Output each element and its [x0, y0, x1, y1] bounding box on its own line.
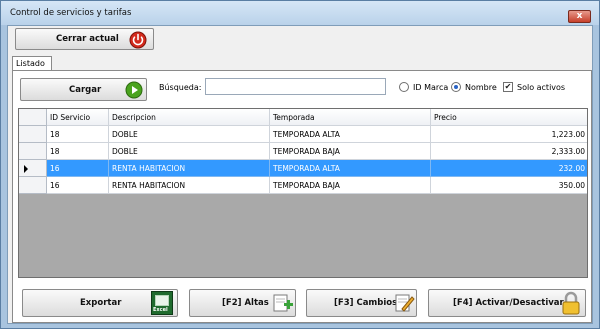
- tab-listado-label: Listado: [16, 59, 45, 68]
- window-title: Control de servicios y tarifas: [10, 8, 132, 18]
- title-bar[interactable]: Control de servicios y tarifas x: [1, 1, 599, 25]
- excel-sheet-icon: [155, 295, 169, 306]
- cell-precio: 1,223.00: [431, 126, 587, 143]
- client-area: Cerrar actual Listado Cargar Búsqueda: I…: [7, 25, 593, 324]
- header-corner: [19, 109, 47, 126]
- radio-nombre-label: Nombre: [465, 83, 497, 92]
- cell-temporada: TEMPORADA ALTA: [270, 160, 431, 177]
- cambios-label: [F3] Cambios: [334, 298, 398, 308]
- add-document-icon: [273, 294, 293, 312]
- export-button[interactable]: Exportar Excel: [22, 289, 178, 317]
- services-grid[interactable]: ID Servicio Descripcion Temporada Precio…: [18, 108, 588, 278]
- altas-button[interactable]: [F2] Altas: [189, 289, 296, 317]
- column-header-precio[interactable]: Precio: [431, 109, 587, 126]
- table-row-selected[interactable]: 16 RENTA HABITACION TEMPORADA ALTA 232.0…: [19, 160, 587, 177]
- cell-descripcion: DOBLE: [109, 143, 270, 160]
- row-header[interactable]: [19, 160, 47, 177]
- radio-id-marca-label: ID Marca: [413, 83, 449, 92]
- cell-precio: 2,333.00: [431, 143, 587, 160]
- excel-icon-text: Excel: [153, 307, 168, 313]
- radio-nombre[interactable]: [451, 82, 461, 92]
- export-label: Exportar: [80, 298, 122, 308]
- tab-listado[interactable]: Listado: [12, 56, 52, 71]
- cell-id: 16: [47, 160, 109, 177]
- cell-descripcion: RENTA HABITACION: [109, 160, 270, 177]
- activar-desactivar-button[interactable]: [F4] Activar/Desactivar: [428, 289, 586, 317]
- lock-icon: [562, 291, 580, 315]
- cell-temporada: TEMPORADA BAJA: [270, 177, 431, 194]
- solo-activos-label: Solo activos: [517, 83, 566, 92]
- play-icon: [125, 81, 143, 99]
- cell-precio: 350.00: [431, 177, 587, 194]
- grid-header: ID Servicio Descripcion Temporada Precio: [19, 109, 587, 126]
- activar-desactivar-label: [F4] Activar/Desactivar: [453, 298, 564, 308]
- column-header-temporada[interactable]: Temporada: [270, 109, 431, 126]
- cell-id: 18: [47, 126, 109, 143]
- power-icon: [129, 31, 147, 49]
- excel-icon: Excel: [151, 291, 173, 315]
- edit-document-icon: [395, 294, 415, 312]
- table-row[interactable]: 18 DOBLE TEMPORADA BAJA 2,333.00: [19, 143, 587, 160]
- column-header-id[interactable]: ID Servicio: [47, 109, 109, 126]
- table-row[interactable]: 16 RENTA HABITACION TEMPORADA BAJA 350.0…: [19, 177, 587, 194]
- cell-temporada: TEMPORADA ALTA: [270, 126, 431, 143]
- close-current-button[interactable]: Cerrar actual: [15, 28, 154, 50]
- table-row[interactable]: 18 DOBLE TEMPORADA ALTA 1,223.00: [19, 126, 587, 143]
- cell-descripcion: DOBLE: [109, 126, 270, 143]
- cell-descripcion: RENTA HABITACION: [109, 177, 270, 194]
- load-label: Cargar: [69, 84, 102, 95]
- cambios-button[interactable]: [F3] Cambios: [306, 289, 417, 317]
- search-label: Búsqueda:: [159, 83, 202, 92]
- column-header-descripcion[interactable]: Descripcion: [109, 109, 270, 126]
- cell-id: 16: [47, 177, 109, 194]
- close-window-button[interactable]: x: [568, 10, 591, 23]
- current-row-arrow-icon: [24, 165, 28, 173]
- tab-page-listado: Cargar Búsqueda: ID Marca Nombre ✔ Solo …: [12, 70, 592, 323]
- load-button[interactable]: Cargar: [20, 78, 147, 101]
- radio-id-marca[interactable]: [399, 82, 409, 92]
- cell-id: 18: [47, 143, 109, 160]
- row-header[interactable]: [19, 126, 47, 143]
- cell-temporada: TEMPORADA BAJA: [270, 143, 431, 160]
- solo-activos-checkbox[interactable]: ✔: [503, 82, 513, 92]
- close-icon: x: [576, 11, 583, 21]
- altas-label: [F2] Altas: [222, 298, 269, 308]
- cell-precio: 232.00: [431, 160, 587, 177]
- row-header[interactable]: [19, 143, 47, 160]
- row-header[interactable]: [19, 177, 47, 194]
- search-input[interactable]: [205, 78, 386, 95]
- main-window: Control de servicios y tarifas x Cerrar …: [0, 0, 600, 329]
- close-current-label: Cerrar actual: [56, 34, 119, 44]
